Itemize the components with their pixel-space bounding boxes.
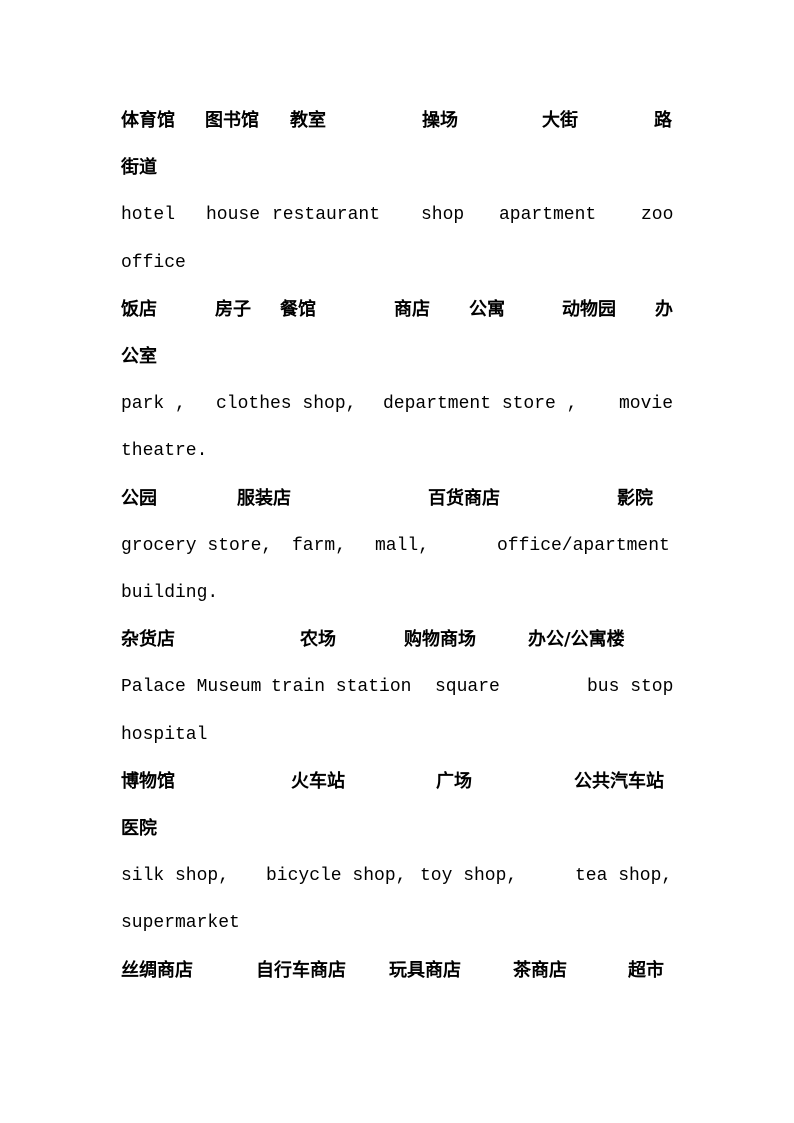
word: 服装店 xyxy=(237,488,291,509)
word: bus stop xyxy=(587,677,674,697)
word: Palace Museum xyxy=(121,677,262,697)
word: supermarket xyxy=(121,913,240,933)
word: 街道 xyxy=(121,157,157,178)
word: square xyxy=(435,677,500,697)
word: 玩具商店 xyxy=(389,960,461,981)
word: hotel xyxy=(121,205,176,225)
word: 饭店 xyxy=(121,299,157,320)
word: apartment xyxy=(499,205,597,225)
word: 购物商场 xyxy=(404,629,476,650)
word: 广场 xyxy=(436,771,472,792)
word: 餐馆 xyxy=(280,299,316,320)
word: 路 xyxy=(654,110,672,131)
word: theatre. xyxy=(121,441,208,461)
word: 办公/公寓楼 xyxy=(528,629,625,650)
word: clothes shop, xyxy=(216,394,357,414)
word: 公园 xyxy=(121,488,157,509)
word: zoo xyxy=(641,205,674,225)
word: 丝绸商店 xyxy=(121,960,193,981)
word: 超市 xyxy=(628,960,664,981)
word: shop xyxy=(421,205,465,225)
word: 体育馆 xyxy=(121,110,175,131)
word: 商店 xyxy=(394,299,430,320)
word: office/apartment xyxy=(497,536,670,556)
word: hospital xyxy=(121,725,208,745)
word: house xyxy=(206,205,261,225)
word: 大街 xyxy=(542,110,578,131)
word: movie xyxy=(619,394,674,414)
word: 公室 xyxy=(121,346,157,367)
word: tea shop, xyxy=(575,866,673,886)
word: mall, xyxy=(375,536,430,556)
word: 博物馆 xyxy=(121,771,175,792)
word: grocery store, xyxy=(121,536,273,556)
word: farm, xyxy=(292,536,347,556)
word: 公寓 xyxy=(469,299,505,320)
word: 公共汽车站 xyxy=(574,771,664,792)
word: train station xyxy=(271,677,412,697)
word: 影院 xyxy=(617,488,653,509)
word: 教室 xyxy=(290,110,326,131)
word: 百货商店 xyxy=(428,488,500,509)
word: building. xyxy=(121,583,219,603)
word: 图书馆 xyxy=(205,110,259,131)
word: 自行车商店 xyxy=(256,960,346,981)
word: 茶商店 xyxy=(513,960,567,981)
word: department store , xyxy=(383,394,578,414)
word: park , xyxy=(121,394,186,414)
word: 办 xyxy=(655,299,673,320)
document-page: 体育馆 图书馆 教室 操场 大街 路 街道 hotel house restau… xyxy=(0,0,794,1123)
word: 农场 xyxy=(300,629,336,650)
word: 操场 xyxy=(422,110,458,131)
word: restaurant xyxy=(272,205,381,225)
word: 火车站 xyxy=(291,771,345,792)
word: office xyxy=(121,253,186,273)
word: toy shop, xyxy=(420,866,518,886)
word: bicycle shop, xyxy=(266,866,407,886)
word: 动物园 xyxy=(562,299,616,320)
word: 医院 xyxy=(121,818,157,839)
word: silk shop, xyxy=(121,866,230,886)
word: 杂货店 xyxy=(121,629,175,650)
word: 房子 xyxy=(215,299,251,320)
